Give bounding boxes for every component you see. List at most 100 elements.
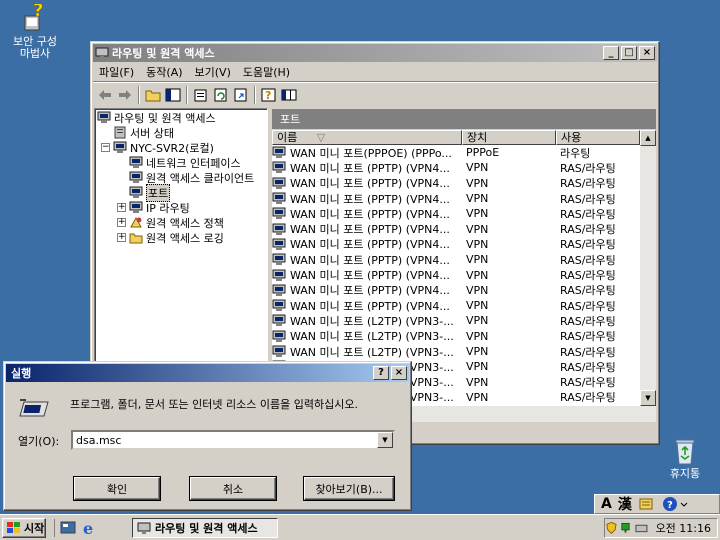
port-name-cell: WAN 미니 포트 (PPTP) (VPN4...: [272, 175, 462, 191]
security-wizard-desktop-icon[interactable]: ? 보안 구성 마법사: [0, 4, 70, 60]
port-device: VPN: [466, 375, 489, 389]
scroll-down-button[interactable]: ▼: [640, 390, 656, 406]
column-header-usage[interactable]: 사용: [556, 130, 640, 145]
tree-item-remote-policy[interactable]: + 원격 액세스 정책: [117, 215, 224, 230]
sort-down-icon: ▽: [316, 131, 326, 144]
tree-label-ip-routing: IP 라우팅: [146, 201, 190, 215]
show-desktop-icon[interactable]: [59, 519, 77, 537]
open-input-value[interactable]: dsa.msc: [76, 434, 121, 447]
list-item[interactable]: WAN 미니 포트 (PPTP) (VPN4... VPN RAS/라우팅: [272, 206, 640, 221]
menu-help[interactable]: 도움말(H): [237, 64, 296, 80]
language-bar[interactable]: A 漢 ?: [594, 494, 720, 514]
port-device: VPN: [466, 192, 489, 206]
forward-button[interactable]: [115, 85, 135, 105]
console-view-icon: [281, 89, 297, 100]
back-button[interactable]: [95, 85, 115, 105]
taskbar-item-label: 라우팅 및 원격 액세스: [155, 522, 258, 535]
menu-action[interactable]: 동작(A): [140, 64, 188, 80]
expand-toggle[interactable]: +: [117, 233, 126, 242]
hanja-convert-button[interactable]: 漢: [618, 494, 632, 514]
cancel-button[interactable]: 취소: [190, 477, 276, 500]
column-header-name[interactable]: 이름 ▽: [272, 130, 462, 145]
tree-item-remote-logging[interactable]: + 원격 액세스 로깅: [117, 230, 224, 245]
list-header: 이름 ▽ 장치 사용: [272, 130, 640, 145]
help-button[interactable]: ?: [259, 85, 279, 105]
tree-item-ip-routing[interactable]: + IP 라우팅: [117, 200, 190, 215]
close-button[interactable]: ×: [639, 46, 655, 60]
list-item[interactable]: WAN 미니 포트 (PPTP) (VPN4... VPN RAS/라우팅: [272, 267, 640, 282]
port-name: WAN 미니 포트 (L2TP) (VPN3-...: [290, 314, 454, 328]
tree-item-server[interactable]: − NYC-SVR2(로컬): [101, 140, 214, 155]
port-icon: [272, 299, 286, 312]
port-name-cell: WAN 미니 포트 (PPTP) (VPN4...: [272, 221, 462, 237]
langbar-help-icon[interactable]: ?: [662, 496, 678, 512]
internet-explorer-icon[interactable]: e: [81, 519, 99, 537]
scroll-up-button[interactable]: ▲: [640, 130, 656, 146]
list-item[interactable]: WAN 미니 포트 (L2TP) (VPN3-... VPN RAS/라우팅: [272, 329, 640, 344]
tree-label-root: 라우팅 및 원격 액세스: [114, 111, 216, 125]
expand-toggle[interactable]: +: [117, 203, 126, 212]
ime-pad-icon[interactable]: [638, 496, 654, 512]
port-device: VPN: [466, 222, 489, 236]
console-view-button[interactable]: [279, 85, 299, 105]
browse-button[interactable]: 찾아보기(B)...: [304, 477, 394, 500]
list-item[interactable]: WAN 미니 포트 (PPTP) (VPN4... VPN RAS/라우팅: [272, 176, 640, 191]
security-shield-icon[interactable]: [605, 521, 618, 535]
port-usage: RAS/라우팅: [560, 299, 616, 313]
taskbar-item-routing[interactable]: 라우팅 및 원격 액세스: [132, 518, 278, 538]
network-tray-icon[interactable]: [620, 521, 633, 535]
list-item[interactable]: WAN 미니 포트 (PPTP) (VPN4... VPN RAS/라우팅: [272, 283, 640, 298]
toolbar: ?: [93, 82, 657, 106]
system-tray: 오전 11:16: [604, 518, 718, 538]
port-usage: RAS/라우팅: [560, 269, 616, 283]
expand-toggle[interactable]: +: [117, 218, 126, 227]
close-button[interactable]: ×: [391, 366, 407, 380]
back-arrow-icon: [99, 89, 111, 100]
routing-app-icon: [95, 47, 109, 59]
column-header-device[interactable]: 장치: [462, 130, 556, 145]
minimize-button[interactable]: _: [603, 46, 619, 60]
keyboard-tray-icon[interactable]: [635, 521, 648, 535]
list-item[interactable]: WAN 미니 포트 (PPTP) (VPN4... VPN RAS/라우팅: [272, 252, 640, 267]
recycle-bin-icon: [675, 439, 695, 465]
run-dialog[interactable]: 실행 ? × 프로그램, 폴더, 문서 또는 인터넷 리소스 이름을 입력하십시…: [3, 361, 412, 511]
tree-item-ports[interactable]: 포트: [129, 183, 171, 202]
start-button[interactable]: 시작: [2, 518, 46, 538]
ports-icon: [129, 186, 143, 198]
run-dialog-titlebar[interactable]: 실행 ? ×: [6, 364, 409, 382]
port-device: VPN: [466, 299, 489, 313]
open-combobox[interactable]: dsa.msc ▼: [71, 430, 395, 450]
list-item[interactable]: WAN 미니 포트 (PPTP) (VPN4... VPN RAS/라우팅: [272, 237, 640, 252]
dropdown-arrow-button[interactable]: ▼: [377, 432, 393, 448]
export-list-button[interactable]: [231, 85, 251, 105]
clock[interactable]: 오전 11:16: [656, 520, 711, 536]
list-item[interactable]: WAN 미니 포트 (PPTP) (VPN4... VPN RAS/라우팅: [272, 160, 640, 175]
list-item[interactable]: WAN 미니 포트 (PPTP) (VPN4... VPN RAS/라우팅: [272, 221, 640, 236]
list-item[interactable]: WAN 미니 포트 (L2TP) (VPN3-... VPN RAS/라우팅: [272, 344, 640, 359]
port-device: VPN: [466, 253, 489, 267]
window-titlebar[interactable]: 라우팅 및 원격 액세스 _ □ ×: [93, 44, 657, 62]
menu-view[interactable]: 보기(V): [189, 64, 237, 80]
svg-text:e: e: [83, 519, 93, 537]
list-item[interactable]: WAN 미니 포트 (PPTP) (VPN4... VPN RAS/라우팅: [272, 298, 640, 313]
list-item[interactable]: WAN 미니 포트 (L2TP) (VPN3-... VPN RAS/라우팅: [272, 313, 640, 328]
properties-button[interactable]: [191, 85, 211, 105]
recycle-bin-desktop-icon[interactable]: 휴지통: [650, 436, 720, 480]
tree-item-root[interactable]: 라우팅 및 원격 액세스: [97, 110, 216, 125]
up-level-button[interactable]: [143, 85, 163, 105]
tree-item-network-interfaces[interactable]: 네트워크 인터페이스: [129, 155, 241, 170]
help-button[interactable]: ?: [373, 366, 389, 380]
maximize-button[interactable]: □: [621, 46, 637, 60]
port-icon: [272, 161, 286, 174]
collapse-toggle[interactable]: −: [101, 143, 110, 152]
list-vertical-scrollbar[interactable]: ▲ ▼: [640, 130, 656, 406]
show-hide-tree-button[interactable]: [163, 85, 183, 105]
menu-file[interactable]: 파일(F): [93, 64, 140, 80]
refresh-button[interactable]: [211, 85, 231, 105]
ok-button[interactable]: 확인: [74, 477, 160, 500]
langbar-options-icon[interactable]: [678, 496, 690, 512]
tree-item-server-status[interactable]: 서버 상태: [113, 125, 174, 140]
input-mode-indicator[interactable]: A: [601, 496, 612, 512]
list-item[interactable]: WAN 미니 포트 (PPTP) (VPN4... VPN RAS/라우팅: [272, 191, 640, 206]
list-item[interactable]: WAN 미니 포트(PPPOE) (PPPo... PPPoE 라우팅: [272, 145, 640, 160]
